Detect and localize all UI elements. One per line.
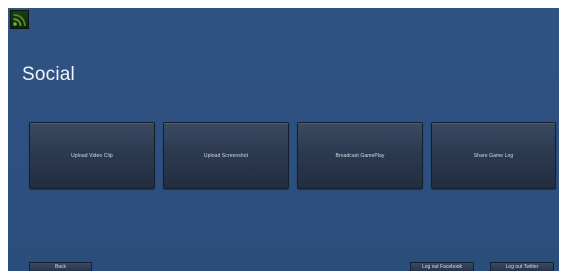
logout-twitter-label: Log out Twitter <box>505 264 539 270</box>
logout-twitter-button[interactable]: Log out Twitter <box>490 262 554 271</box>
back-button[interactable]: Back <box>29 262 92 271</box>
app-logo <box>10 10 29 29</box>
back-label: Back <box>54 264 67 270</box>
broadcast-gameplay-label: Broadcast GamePlay <box>335 152 385 159</box>
broadcast-gameplay-button[interactable]: Broadcast GamePlay <box>297 122 423 189</box>
upload-screenshot-label: Upload Screenshot <box>203 152 249 159</box>
page-title: Social <box>22 64 75 85</box>
share-game-log-button[interactable]: Share Game Log <box>431 122 556 189</box>
upload-video-clip-label: Upload Video Clip <box>71 152 113 159</box>
social-screen: Social Upload Video Clip Upload Screensh… <box>8 8 559 271</box>
logout-facebook-button[interactable]: Log out Facebook <box>410 262 474 271</box>
upload-video-clip-button[interactable]: Upload Video Clip <box>29 122 155 189</box>
share-game-log-label: Share Game Log <box>473 152 514 159</box>
upload-screenshot-button[interactable]: Upload Screenshot <box>163 122 289 189</box>
rss-feed-icon <box>13 14 26 27</box>
logout-facebook-label: Log out Facebook <box>421 264 463 270</box>
